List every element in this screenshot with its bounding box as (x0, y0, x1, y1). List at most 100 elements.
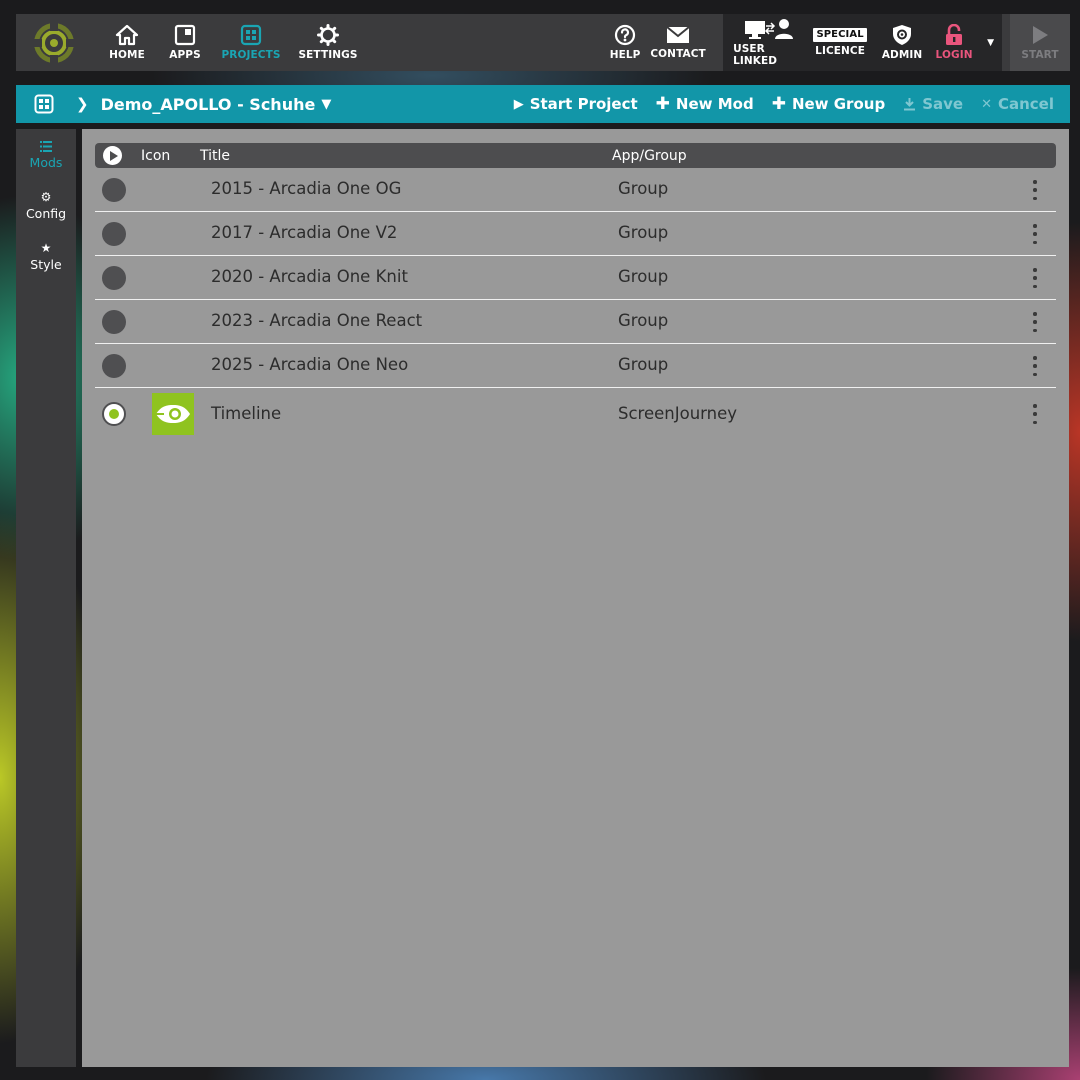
row-title: 2020 - Arcadia One Knit (211, 267, 408, 286)
play-icon: ▶ (513, 96, 524, 112)
licence-badge: SPECIAL (813, 28, 867, 42)
table-header: Icon Title App/Group (95, 143, 1056, 168)
table-row[interactable]: 2023 - Arcadia One React Group (95, 300, 1056, 344)
shield-gear-icon (893, 25, 912, 45)
nav-user-linked-label: USER LINKED (733, 43, 778, 67)
row-app-group: Group (618, 223, 669, 242)
row-menu-kebab-icon[interactable] (1027, 268, 1043, 288)
row-title: 2015 - Arcadia One OG (211, 179, 402, 198)
row-radio[interactable] (102, 222, 126, 246)
nav-settings[interactable]: SETTINGS (292, 14, 364, 71)
row-menu-kebab-icon[interactable] (1027, 404, 1043, 424)
nav-projects-label: PROJECTS (221, 49, 281, 61)
app-icon (152, 393, 194, 435)
row-app-group: Group (618, 267, 669, 286)
app-logo[interactable] (16, 14, 92, 71)
mods-panel: Icon Title App/Group 2015 - Arcadia One … (82, 129, 1069, 1067)
column-header-app-group[interactable]: App/Group (612, 148, 687, 164)
nav-apps[interactable]: APPS (160, 14, 210, 71)
new-mod-button[interactable]: ✚ New Mod (656, 94, 754, 114)
column-header-title[interactable]: Title (200, 148, 230, 164)
envelope-icon (666, 26, 690, 43)
play-all-button[interactable] (103, 146, 122, 165)
new-mod-label: New Mod (675, 95, 754, 113)
row-app-group: ScreenJourney (618, 404, 738, 423)
close-icon: ✕ (981, 96, 992, 112)
nav-home[interactable]: HOME (94, 14, 160, 71)
side-tab-mods[interactable]: Mods (16, 137, 76, 188)
table-row[interactable]: 2015 - Arcadia One OG Group (95, 168, 1056, 212)
row-title: Timeline (211, 404, 282, 423)
nav-contact[interactable]: CONTACT (647, 14, 709, 71)
nav-contact-label: CONTACT (650, 48, 706, 60)
start-project-label: Start Project (529, 95, 638, 113)
projects-overview-button[interactable] (30, 93, 58, 115)
projects-grid-icon (34, 94, 54, 114)
gear-icon (317, 24, 339, 46)
user-zone: USER LINKED SPECIAL LICENCE ADMIN LOGIN … (723, 14, 1002, 71)
project-dropdown-caret-icon[interactable]: ▼ (321, 97, 331, 112)
row-app-group: Group (618, 355, 669, 374)
side-tab-style[interactable]: ★ Style (16, 239, 76, 290)
nav-login-label: LOGIN (935, 49, 973, 61)
nav-help[interactable]: HELP (603, 14, 647, 71)
row-radio[interactable] (102, 266, 126, 290)
mods-table: 2015 - Arcadia One OG Group 2017 - Arcad… (95, 168, 1056, 440)
table-row[interactable]: 2017 - Arcadia One V2 Group (95, 212, 1056, 256)
nav-licence-label: LICENCE (815, 45, 865, 57)
target-logo-icon (34, 22, 74, 63)
row-radio[interactable] (102, 354, 126, 378)
nav-admin[interactable]: ADMIN (875, 14, 929, 71)
side-tab-bar: Mods ⚙ Config ★ Style (16, 129, 76, 1067)
column-header-icon: Icon (141, 148, 171, 164)
table-row[interactable]: 2020 - Arcadia One Knit Group (95, 256, 1056, 300)
nav-apps-label: APPS (169, 49, 201, 61)
plus-icon: ✚ (655, 94, 670, 114)
cancel-button[interactable]: ✕ Cancel (981, 95, 1054, 113)
row-title: 2025 - Arcadia One Neo (211, 355, 409, 374)
download-icon (904, 98, 916, 111)
row-menu-kebab-icon[interactable] (1027, 312, 1043, 332)
side-tab-style-label: Style (30, 257, 62, 272)
unlocked-padlock-icon (946, 24, 963, 45)
cancel-label: Cancel (997, 95, 1054, 113)
project-actions: ▶ Start Project ✚ New Mod ✚ New Group Sa… (514, 94, 1054, 114)
apps-icon (174, 24, 196, 46)
nav-start[interactable]: START (1010, 14, 1070, 71)
nav-help-label: HELP (609, 49, 641, 61)
row-radio[interactable] (102, 310, 126, 334)
breadcrumb-chevron-icon: ❯ (76, 95, 89, 113)
nav-login[interactable]: LOGIN (929, 14, 979, 71)
row-menu-kebab-icon[interactable] (1027, 356, 1043, 376)
top-navigation-bar: HOME APPS PROJECTS SETTINGS HELP CONTACT… (16, 14, 1070, 71)
star-icon: ★ (40, 241, 52, 255)
row-title: 2023 - Arcadia One React (211, 311, 423, 330)
login-dropdown-caret-icon[interactable]: ▼ (987, 38, 994, 48)
side-tab-config-label: Config (25, 206, 67, 221)
start-project-button[interactable]: ▶ Start Project (514, 95, 638, 113)
home-icon (115, 24, 139, 46)
nav-user-linked[interactable]: USER LINKED (733, 14, 805, 71)
monitor-user-link-icon (745, 19, 794, 39)
save-button[interactable]: Save (903, 95, 963, 113)
nav-admin-label: ADMIN (881, 49, 923, 61)
gear-icon: ⚙ (40, 190, 52, 204)
row-radio-selected[interactable] (102, 402, 126, 426)
side-tab-config[interactable]: ⚙ Config (16, 188, 76, 239)
row-app-group: Group (618, 179, 669, 198)
project-toolbar: ❯ Demo_APOLLO - Schuhe ▼ ▶ Start Project… (16, 85, 1070, 123)
table-row[interactable]: 2025 - Arcadia One Neo Group (95, 344, 1056, 388)
list-icon (40, 137, 52, 155)
table-row-selected[interactable]: Timeline ScreenJourney (95, 388, 1056, 440)
new-group-button[interactable]: ✚ New Group (772, 94, 886, 114)
nav-licence[interactable]: SPECIAL LICENCE (805, 14, 875, 71)
row-app-group: Group (618, 311, 669, 330)
project-title[interactable]: Demo_APOLLO - Schuhe (101, 95, 316, 114)
projects-grid-icon (240, 24, 262, 46)
nav-projects[interactable]: PROJECTS (210, 14, 292, 71)
row-menu-kebab-icon[interactable] (1027, 224, 1043, 244)
row-menu-kebab-icon[interactable] (1027, 180, 1043, 200)
nav-start-label: START (1021, 49, 1059, 61)
save-label: Save (922, 95, 964, 113)
row-radio[interactable] (102, 178, 126, 202)
